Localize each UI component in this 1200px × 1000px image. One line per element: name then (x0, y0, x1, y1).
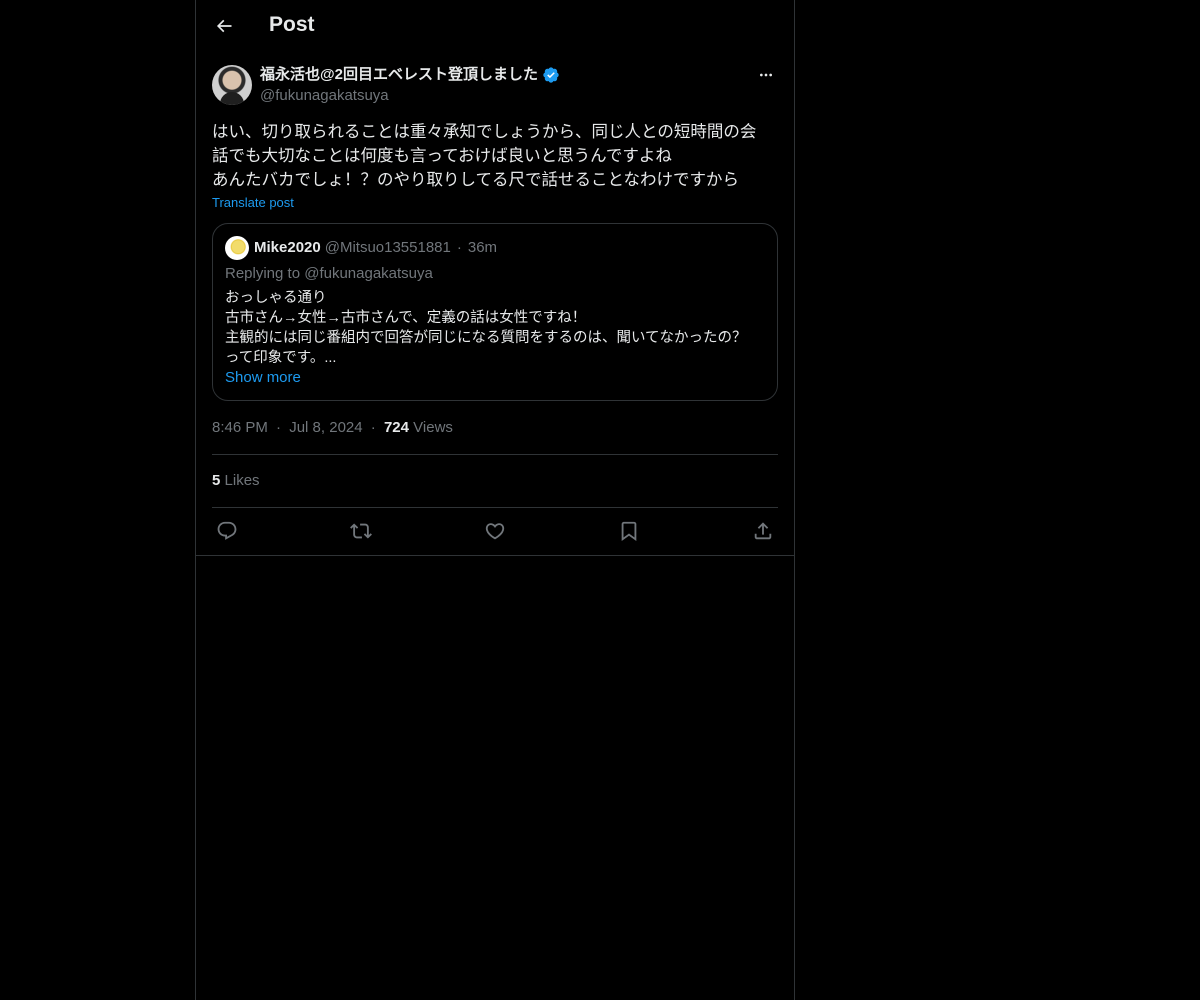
replying-to-label: Replying to (225, 265, 301, 282)
post-time[interactable]: 8:46 PM (212, 419, 268, 436)
post-text-line: 話でも大切なことは何度も言っておけば良いと思うんですよね (212, 147, 672, 165)
post-header: Post (196, 0, 794, 53)
author-handle[interactable]: @fukunagakatsuya (260, 86, 560, 106)
post-text-line: あんたバカでしょ！？のやり取りしてる尺で話せることなわけですから (212, 171, 740, 189)
post-date[interactable]: Jul 8, 2024 (289, 419, 362, 436)
views-count: 724 (383, 419, 409, 436)
like-icon (485, 523, 505, 540)
meta-separator: · (370, 419, 376, 436)
likes-label: Likes (224, 472, 260, 489)
replying-to: Replying to @fukunagakatsuya (225, 264, 433, 284)
replying-to-handle[interactable]: @fukunagakatsuya (304, 265, 433, 282)
quote-text-line: 古市さん→女性→古市さんで、定義の話は女性ですね！ (225, 310, 587, 326)
reply-icon (217, 521, 237, 540)
divider (212, 454, 778, 455)
verified-badge-icon (543, 67, 559, 83)
share-button[interactable] (748, 518, 778, 544)
author-display-name[interactable]: 福永活也@2回目エベレスト登頂しました (260, 64, 560, 86)
quote-text-line: って印象です。... (225, 350, 337, 366)
quote-text: おっしゃる通り 古市さん→女性→古市さんで、定義の話は女性ですね！ 主観的には同… (225, 288, 765, 368)
more-horizontal-icon (760, 73, 772, 77)
repost-button[interactable] (346, 518, 376, 544)
likes-summary[interactable]: 5 Likes (212, 470, 260, 492)
quote-text-line: 主観的には同じ番組内で回答が同じになる質問をするのは、聞いてなかったの？ (225, 330, 747, 346)
divider (212, 507, 778, 508)
share-icon (754, 522, 772, 540)
likes-count: 5 (212, 472, 221, 489)
quote-author-name[interactable]: Mike2020 (254, 236, 321, 260)
bookmark-button[interactable] (614, 518, 644, 544)
post-meta: 8:46 PM · Jul 8, 2024 · 724 Views (212, 417, 453, 439)
repost-icon (350, 523, 372, 539)
bookmark-icon (621, 521, 637, 542)
timeline-column: Post 福永活也@2回目エベレスト登頂しました @fukunagakatsuy… (195, 0, 795, 1000)
like-button[interactable] (480, 518, 510, 544)
quote-author-handle[interactable]: @Mitsuo13551881 (325, 236, 451, 260)
divider (196, 555, 794, 556)
quoted-post[interactable]: Mike2020 @Mitsuo13551881 · 36m Replying … (212, 223, 778, 401)
arrow-left-icon (216, 19, 232, 33)
quote-time[interactable]: 36m (468, 236, 497, 260)
post-author: 福永活也@2回目エベレスト登頂しました @fukunagakatsuya (260, 64, 560, 106)
more-options-button[interactable] (754, 64, 778, 86)
post-text: はい、切り取られることは重々承知でしょうから、同じ人との短時間の会 話でも大切なこ… (212, 120, 778, 192)
views-label: Views (413, 419, 453, 436)
reply-button[interactable] (212, 518, 242, 544)
show-more-link[interactable]: Show more (225, 368, 301, 388)
avatar[interactable] (212, 65, 252, 105)
meta-separator: · (276, 419, 282, 436)
quote-avatar[interactable] (225, 236, 249, 260)
back-button[interactable] (206, 8, 242, 44)
quote-header: Mike2020 @Mitsuo13551881 · 36m (225, 236, 497, 260)
author-name-text: 福永活也@2回目エベレスト登頂しました (260, 66, 538, 83)
page-title: Post (269, 13, 315, 36)
action-bar (212, 516, 778, 546)
quote-separator: · (456, 239, 462, 256)
quote-text-line: おっしゃる通り (225, 290, 327, 306)
translate-post-link[interactable]: Translate post (212, 195, 294, 210)
post-text-line: はい、切り取られることは重々承知でしょうから、同じ人との短時間の会 (212, 123, 757, 141)
